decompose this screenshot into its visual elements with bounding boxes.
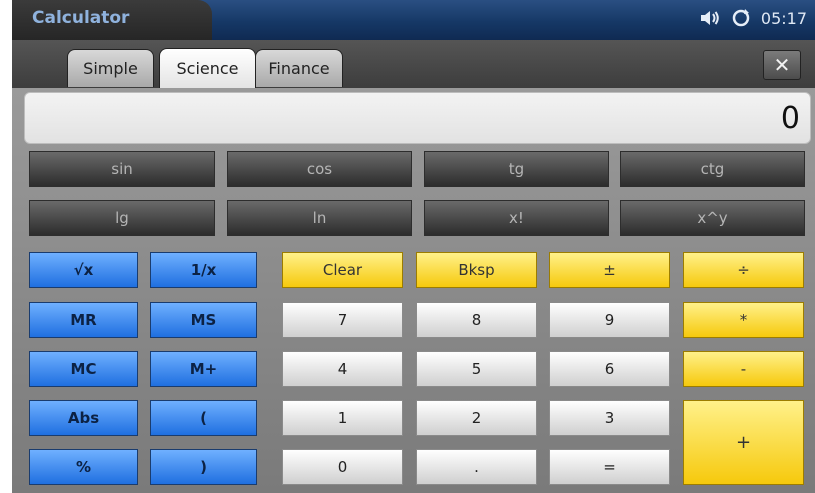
right-paren-button[interactable]: ) (150, 449, 257, 485)
divide-button[interactable]: ÷ (683, 252, 804, 288)
app-title: Calculator (32, 8, 130, 28)
decimal-button[interactable]: . (416, 449, 537, 485)
minus-button[interactable]: - (683, 351, 804, 387)
reciprocal-button[interactable]: 1/x (150, 252, 257, 288)
lg-button[interactable]: lg (29, 200, 215, 236)
clear-button[interactable]: Clear (282, 252, 403, 288)
tab-bar: Simple Science Finance ✕ (12, 40, 815, 88)
digit-3-button[interactable]: 3 (549, 400, 670, 436)
abs-button[interactable]: Abs (29, 400, 138, 436)
tab-finance[interactable]: Finance (255, 49, 343, 87)
tab-simple[interactable]: Simple (67, 49, 154, 87)
plus-minus-button[interactable]: ± (549, 252, 670, 288)
cos-button[interactable]: cos (227, 151, 412, 187)
equals-button[interactable]: = (549, 449, 670, 485)
power-button[interactable]: x^y (620, 200, 805, 236)
close-button[interactable]: ✕ (763, 50, 801, 80)
result-display: 0 (24, 92, 811, 144)
speaker-icon[interactable] (699, 9, 721, 27)
sqrt-button[interactable]: √x (29, 252, 138, 288)
clock: 05:17 (760, 8, 807, 28)
left-paren-button[interactable]: ( (150, 400, 257, 436)
mr-button[interactable]: MR (29, 302, 138, 338)
multiply-button[interactable]: * (683, 302, 804, 338)
ln-button[interactable]: ln (227, 200, 412, 236)
tab-science[interactable]: Science (159, 48, 256, 88)
m-plus-button[interactable]: M+ (150, 351, 257, 387)
digit-5-button[interactable]: 5 (416, 351, 537, 387)
digit-0-button[interactable]: 0 (282, 449, 403, 485)
backspace-button[interactable]: Bksp (416, 252, 537, 288)
sync-icon[interactable] (731, 8, 751, 28)
tg-button[interactable]: tg (424, 151, 609, 187)
percent-button[interactable]: % (29, 449, 138, 485)
factorial-button[interactable]: x! (424, 200, 609, 236)
ctg-button[interactable]: ctg (620, 151, 805, 187)
digit-6-button[interactable]: 6 (549, 351, 670, 387)
digit-4-button[interactable]: 4 (282, 351, 403, 387)
plus-button[interactable]: + (683, 400, 804, 485)
digit-2-button[interactable]: 2 (416, 400, 537, 436)
ms-button[interactable]: MS (150, 302, 257, 338)
digit-7-button[interactable]: 7 (282, 302, 403, 338)
mc-button[interactable]: MC (29, 351, 138, 387)
digit-8-button[interactable]: 8 (416, 302, 537, 338)
digit-9-button[interactable]: 9 (549, 302, 670, 338)
status-area: 05:17 (699, 8, 807, 28)
digit-1-button[interactable]: 1 (282, 400, 403, 436)
sin-button[interactable]: sin (29, 151, 215, 187)
title-bar: Calculator 05:17 (12, 0, 815, 40)
